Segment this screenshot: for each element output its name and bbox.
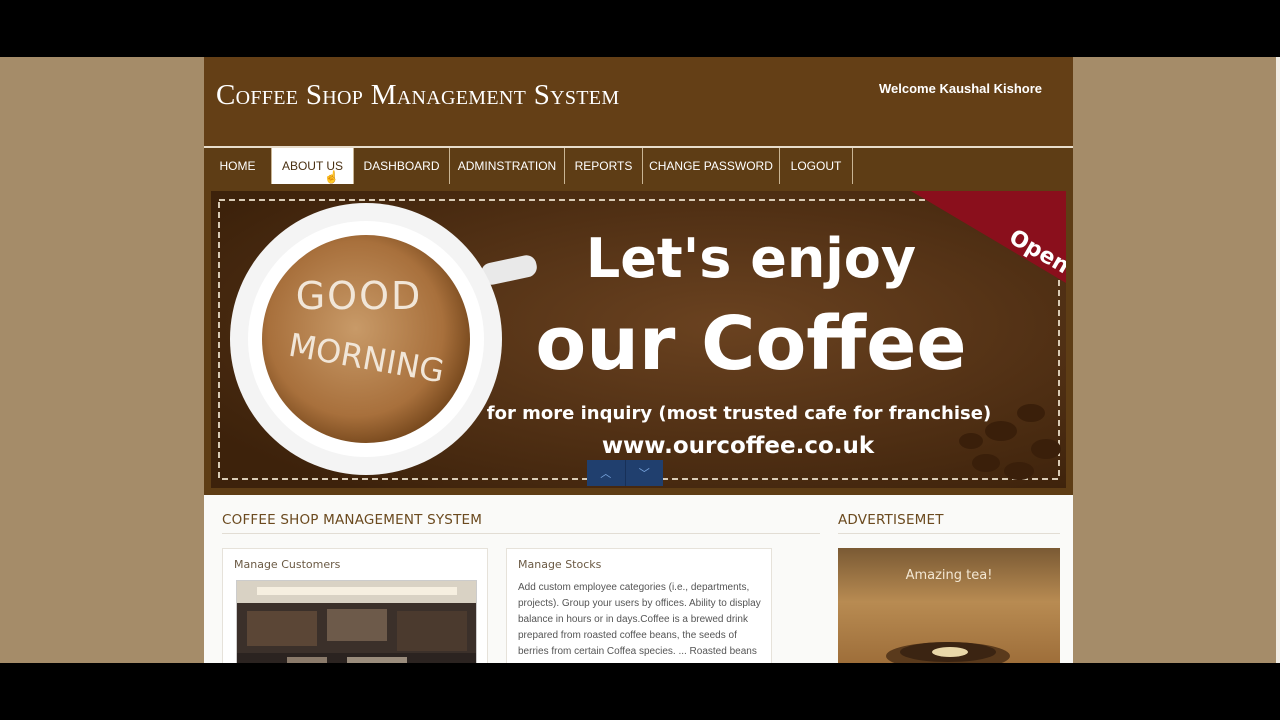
card-manage-stocks: Manage Stocks Add custom employee catego… [506,548,772,663]
content-area: COFFEE SHOP MANAGEMENT SYSTEM Manage Cus… [204,495,1073,663]
cup-text-good: GOOD [296,274,423,318]
sidebar-heading: ADVERTISEMET [838,512,944,528]
nav-adminstration[interactable]: ADMINSTRATION [450,148,565,184]
banner-artwork: Open GOOD MORNING Let's enjoy our Coffee… [211,191,1066,488]
card-title[interactable]: Manage Customers [234,558,340,571]
site-header: Coffee Shop Management System Welcome Ka… [204,57,1073,146]
banner-url: www.ourcoffee.co.uk [602,433,875,459]
main-section-heading: COFFEE SHOP MANAGEMENT SYSTEM [222,512,483,528]
banner-headline-1: Let's enjoy [586,227,916,290]
site-container: Coffee Shop Management System Welcome Ka… [204,57,1073,663]
nav-change-password[interactable]: CHANGE PASSWORD [643,148,780,184]
nav-about-us[interactable]: ABOUT US [272,148,354,184]
welcome-message: Welcome Kaushal Kishore [879,81,1043,96]
banner-subline: for more inquiry (most trusted cafe for … [487,403,991,424]
site-title: Coffee Shop Management System [216,79,620,111]
nav-home[interactable]: HOME [204,148,272,184]
slider-prev-button[interactable]: ︿ [587,460,625,486]
tea-cup-illustration [886,642,1010,663]
nav-dashboard[interactable]: DASHBOARD [354,148,450,184]
video-letterbox-top [0,0,1280,57]
nav-logout[interactable]: LOGOUT [780,148,853,184]
nav-reports[interactable]: REPORTS [565,148,643,184]
mouse-cursor-icon: ☝ [324,170,339,184]
chevron-down-icon: ﹀ [638,468,650,480]
slider-controls: ︿ ﹀ [587,460,663,486]
banner-headline-2: our Coffee [535,301,966,387]
chevron-up-icon: ︿ [600,468,612,480]
card-manage-customers: Manage Customers [222,548,488,663]
card-description: Add custom employee categories (i.e., de… [518,582,761,657]
hero-banner: Open GOOD MORNING Let's enjoy our Coffee… [211,191,1066,488]
cafe-interior-image [236,580,477,663]
main-heading-rule [222,533,820,534]
card-title[interactable]: Manage Stocks [518,558,601,571]
video-letterbox-bottom [0,663,1280,720]
sidebar-heading-rule [838,533,1060,534]
slider-next-button[interactable]: ﹀ [624,460,663,486]
main-nav: HOME ABOUT US DASHBOARD ADMINSTRATION RE… [204,146,1073,186]
advertisement-banner[interactable]: Amazing tea! [838,548,1060,663]
